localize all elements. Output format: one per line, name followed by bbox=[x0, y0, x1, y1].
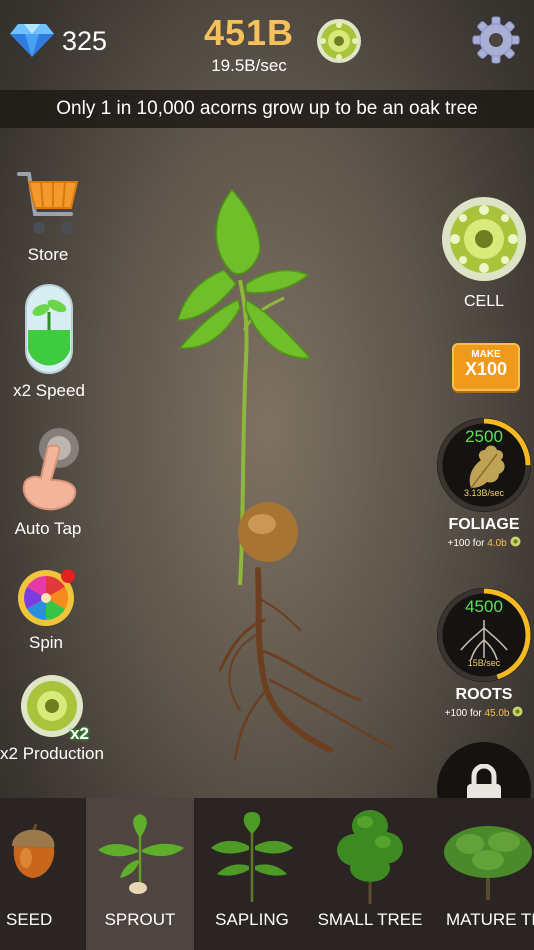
cell-coin-icon bbox=[510, 536, 520, 547]
auto-tap-button[interactable]: Auto Tap bbox=[10, 424, 86, 539]
roots-generator[interactable]: 4500 15B/sec ROOTS +100 for 45.0b bbox=[434, 588, 534, 719]
cell-icon[interactable] bbox=[316, 18, 362, 64]
mature-tree-icon bbox=[444, 826, 532, 900]
acorn-icon bbox=[12, 824, 55, 878]
roots-upgrade[interactable]: +100 for 45.0b bbox=[434, 706, 534, 719]
roots-name: ROOTS bbox=[455, 686, 513, 703]
spin-wheel-icon bbox=[18, 569, 75, 626]
roots-count: 4500 bbox=[465, 597, 503, 616]
foliage-upgrade-cost: 4.0b bbox=[487, 538, 507, 549]
cell-label: CELL bbox=[463, 293, 505, 310]
settings-gear-icon[interactable] bbox=[472, 16, 520, 64]
potion-sprout-icon bbox=[25, 284, 73, 374]
stage-bar: SEED SPROUT SAPLING SMALL TREE MATURE T bbox=[0, 798, 534, 950]
foliage-name: FOLIAGE bbox=[448, 516, 520, 533]
foliage-rate: 3.13B/sec bbox=[463, 488, 505, 498]
stage-label: SMALL TREE bbox=[317, 910, 423, 929]
shopping-cart-icon bbox=[17, 172, 79, 234]
stage-sprout[interactable]: SPROUT bbox=[86, 798, 194, 950]
store-label: Store bbox=[27, 245, 69, 264]
locked-generator[interactable] bbox=[437, 742, 531, 798]
make-x100-button[interactable]: MAKE X100 bbox=[452, 343, 520, 391]
x2-production-button[interactable]: x2 x2 Production bbox=[0, 674, 104, 764]
lock-icon bbox=[467, 764, 501, 798]
stage-label: SEED bbox=[6, 910, 53, 929]
spin-label: Spin bbox=[28, 633, 64, 652]
store-button[interactable]: Store bbox=[10, 168, 86, 265]
foliage-circle[interactable]: 2500 3.13B/sec bbox=[437, 418, 531, 512]
stage-mature-tree[interactable]: MATURE TRE bbox=[436, 798, 534, 950]
sapling-icon bbox=[211, 812, 293, 902]
x100-label: X100 bbox=[464, 359, 508, 379]
tapping-hand-icon bbox=[22, 428, 79, 511]
x2-speed-label: x2 Speed bbox=[13, 381, 85, 400]
stage-seed[interactable]: SEED bbox=[0, 798, 80, 950]
x2-badge: x2 bbox=[70, 724, 89, 743]
foliage-upgrade-prefix: +100 for bbox=[447, 538, 488, 549]
sprout-icon bbox=[98, 814, 184, 894]
tip-banner: Only 1 in 10,000 acorns grow up to be an… bbox=[0, 90, 534, 128]
spin-button[interactable]: Spin bbox=[10, 568, 82, 653]
production-rate: 19.5B/sec bbox=[211, 56, 287, 75]
foliage-upgrade[interactable]: +100 for 4.0b bbox=[434, 536, 534, 549]
roots-rate: 15B/sec bbox=[467, 658, 501, 668]
stage-sapling[interactable]: SAPLING bbox=[200, 798, 304, 950]
roots-icon bbox=[460, 620, 508, 661]
cell-button[interactable]: CELL bbox=[436, 196, 532, 311]
cell-icon bbox=[442, 197, 526, 281]
total-score: 451B bbox=[203, 12, 295, 53]
x2-production-label: x2 Production bbox=[0, 744, 104, 763]
small-tree-icon bbox=[337, 810, 403, 904]
x2-speed-button[interactable]: x2 Speed bbox=[8, 282, 90, 401]
roots-upgrade-prefix: +100 for bbox=[444, 708, 485, 719]
foliage-generator[interactable]: 2500 3.13B/sec FOLIAGE +100 for 4.0b bbox=[434, 418, 534, 549]
roots-circle[interactable]: 4500 15B/sec bbox=[437, 588, 531, 682]
stage-small-tree[interactable]: SMALL TREE bbox=[314, 798, 426, 950]
auto-tap-label: Auto Tap bbox=[14, 519, 82, 538]
foliage-count: 2500 bbox=[465, 427, 503, 446]
notification-dot-icon bbox=[61, 569, 75, 583]
cell-coin-icon bbox=[512, 706, 523, 717]
stage-label: MATURE TRE bbox=[446, 910, 534, 929]
roots-upgrade-cost: 45.0b bbox=[484, 708, 510, 719]
stage-label: SPROUT bbox=[104, 910, 176, 929]
oak-sprout-plant[interactable] bbox=[160, 180, 420, 770]
stage-label: SAPLING bbox=[215, 910, 289, 929]
top-bar: 325 451B 19.5B/sec bbox=[0, 0, 534, 88]
